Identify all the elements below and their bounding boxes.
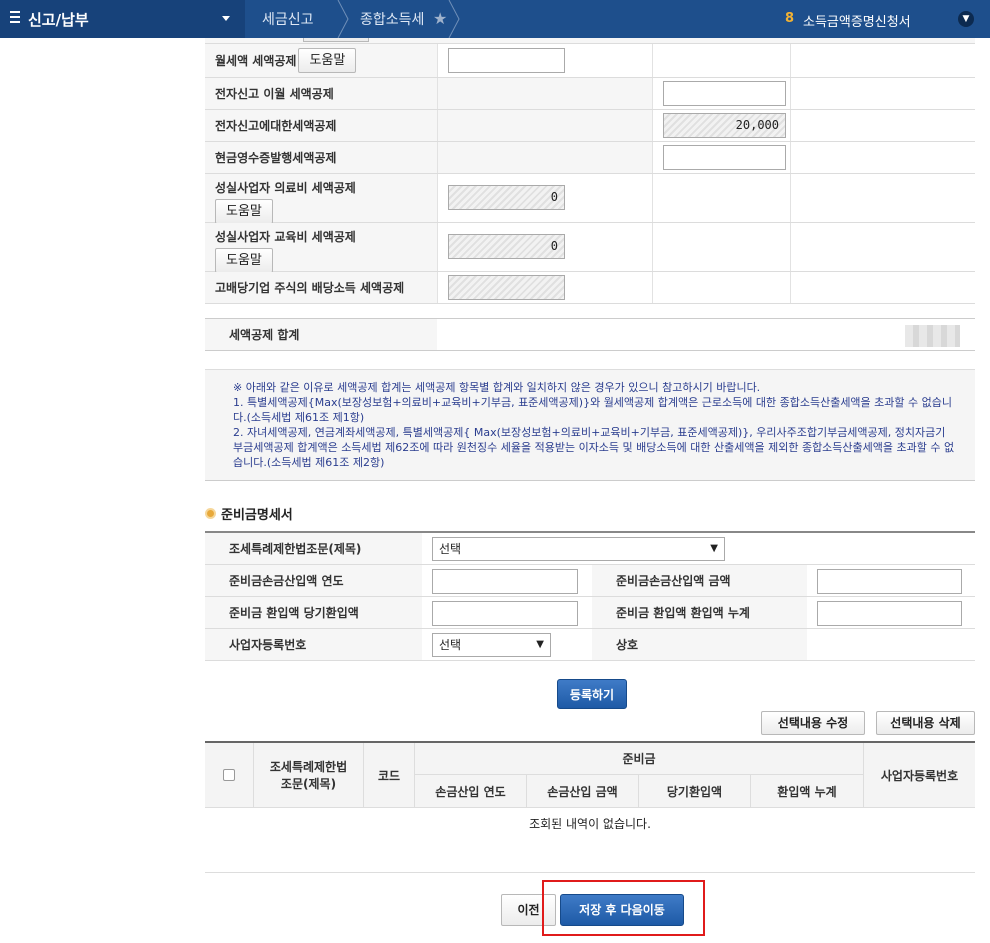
dropdown-arrow-icon: ▼ bbox=[710, 543, 718, 554]
divider bbox=[205, 872, 975, 873]
top-nav: 신고/납부 세금신고 종합소득세 ★ 8 소득금액증명신청서 ▼ bbox=[0, 0, 990, 38]
breadcrumb-income-tax[interactable]: 종합소득세 bbox=[360, 0, 424, 38]
hamburger-icon bbox=[10, 11, 20, 25]
field-label: 준비금손금산입액 금액 bbox=[592, 565, 807, 596]
field-label: 준비금 환입액 당기환입액 bbox=[205, 597, 422, 628]
form-row: 사업자등록번호 선택 ▼ 상호 bbox=[205, 629, 975, 661]
row-label: 성실사업자 의료비 세액공제 도움말 bbox=[205, 174, 437, 224]
field-label: 준비금손금산입액 연도 bbox=[205, 565, 422, 596]
reserve-list-table: 조세특례제한법 조문(제목) 코드 준비금 손금산입 연도 손금산입 금액 당기… bbox=[205, 741, 975, 808]
form-row: 준비금 환입액 당기환입액 준비금 환입액 환입액 누계 bbox=[205, 597, 975, 629]
select-all-checkbox[interactable] bbox=[223, 769, 235, 781]
register-button[interactable]: 등록하기 bbox=[557, 679, 627, 709]
medical-deduction-value: 0 bbox=[448, 185, 565, 210]
form-row: 준비금손금산입액 연도 준비금손금산입액 금액 bbox=[205, 565, 975, 597]
notice-line: ※ 아래와 같은 이유로 세액공제 합계는 세액공제 항목별 합계와 일치하지 … bbox=[233, 381, 761, 394]
table-row: 현금영수증발행세액공제 bbox=[205, 142, 975, 174]
table-row: 성실사업자 교육비 세액공제 도움말 0 bbox=[205, 223, 975, 273]
bullet-icon bbox=[205, 508, 216, 519]
col-header-year: 손금산입 연도 bbox=[414, 775, 526, 808]
e-filing-carryover-input[interactable] bbox=[663, 81, 786, 106]
row-label: 월세액 세액공제 도움말 bbox=[205, 44, 437, 77]
field-label: 사업자등록번호 bbox=[205, 629, 422, 660]
row-label: 전자신고에대한세액공제 bbox=[205, 110, 437, 141]
breadcrumb-separator-icon bbox=[337, 0, 349, 38]
col-header-cumulative: 환입액 누계 bbox=[750, 775, 863, 808]
star-icon[interactable]: ★ bbox=[433, 9, 447, 28]
col-header-current: 당기환입액 bbox=[638, 775, 750, 808]
delete-selected-button[interactable]: 선택내용 삭제 bbox=[876, 711, 975, 735]
section-title: 준비금명세서 bbox=[205, 504, 293, 523]
row-label: 성실사업자 교육비 세액공제 도움말 bbox=[205, 223, 437, 273]
e-filing-deduction-value: 20,000 bbox=[663, 113, 786, 138]
reserve-year-input[interactable] bbox=[432, 569, 578, 594]
col-header-bizno: 사업자등록번호 bbox=[863, 743, 975, 808]
row-label: 고배당기업 주식의 배당소득 세액공제 bbox=[205, 272, 437, 303]
row-label: 현금영수증발행세액공제 bbox=[205, 142, 437, 173]
dividend-deduction-value bbox=[448, 275, 565, 300]
help-button[interactable]: 도움말 bbox=[298, 48, 357, 73]
notice-box: ※ 아래와 같은 이유로 세액공제 합계는 세액공제 항목별 합계와 일치하지 … bbox=[205, 369, 975, 481]
highlight-box bbox=[542, 880, 705, 936]
menu-button[interactable]: 신고/납부 bbox=[0, 0, 245, 38]
table-row: 고배당기업 주식의 배당소득 세액공제 bbox=[205, 272, 975, 304]
deduction-table: 월세액 세액공제 도움말 전자신고 이월 세액공제 전자신고에대한세액공제 20… bbox=[205, 44, 975, 304]
refund-cumulative-input[interactable] bbox=[817, 601, 962, 626]
col-header-amount: 손금산입 금액 bbox=[526, 775, 638, 808]
col-header-law: 조세특례제한법 조문(제목) bbox=[253, 743, 363, 808]
notice-line: 2. 자녀세액공제, 연금계좌세액공제, 특별세액공제{ Max(보장성보험+의… bbox=[233, 426, 955, 469]
table-row: 전자신고 이월 세액공제 bbox=[205, 78, 975, 110]
education-deduction-value: 0 bbox=[448, 234, 565, 259]
table-row: 전자신고에대한세액공제 20,000 bbox=[205, 110, 975, 142]
cert-link[interactable]: 소득금액증명신청서 bbox=[803, 11, 911, 30]
form-row: 조세특례제한법조문(제목) 선택 ▼ bbox=[205, 533, 975, 565]
refund-current-input[interactable] bbox=[432, 601, 578, 626]
business-number-select[interactable]: 선택 ▼ bbox=[432, 633, 551, 657]
total-value-redacted bbox=[905, 325, 960, 347]
row-label: 전자신고 이월 세액공제 bbox=[205, 78, 437, 109]
field-label: 상호 bbox=[592, 629, 807, 660]
chevron-down-icon[interactable]: ▼ bbox=[958, 11, 974, 27]
dropdown-arrow-icon: ▼ bbox=[536, 639, 544, 650]
help-button[interactable]: 도움말 bbox=[215, 199, 273, 224]
table-row: 성실사업자 의료비 세액공제 도움말 0 bbox=[205, 174, 975, 224]
notice-line: 1. 특별세액공제{Max(보장성보험+의료비+교육비+기부금, 표준세액공제)… bbox=[233, 396, 953, 424]
breadcrumb-separator-icon bbox=[448, 0, 460, 38]
reserve-amount-input[interactable] bbox=[817, 569, 962, 594]
field-label: 조세특례제한법조문(제목) bbox=[205, 533, 422, 564]
edit-selected-button[interactable]: 선택내용 수정 bbox=[761, 711, 865, 735]
total-label: 세액공제 합계 bbox=[205, 319, 437, 350]
reserve-form: 조세특례제한법조문(제목) 선택 ▼ 준비금손금산입액 연도 준비금손금산입액 … bbox=[205, 531, 975, 661]
menu-label: 신고/납부 bbox=[28, 10, 89, 29]
monthly-rent-deduction-input[interactable] bbox=[448, 48, 565, 73]
cash-receipt-deduction-input[interactable] bbox=[663, 145, 786, 170]
deduction-total-row: 세액공제 합계 bbox=[205, 318, 975, 351]
caret-down-icon bbox=[222, 16, 230, 21]
col-header-code: 코드 bbox=[363, 743, 414, 808]
cert-count-badge: 8 bbox=[785, 11, 795, 26]
law-article-select[interactable]: 선택 ▼ bbox=[432, 537, 725, 561]
help-button[interactable]: 도움말 bbox=[215, 248, 273, 273]
col-header-reserve: 준비금 bbox=[414, 743, 863, 775]
field-label: 준비금 환입액 환입액 누계 bbox=[592, 597, 807, 628]
empty-message: 조회된 내역이 없습니다. bbox=[529, 817, 651, 831]
breadcrumb-tax-return[interactable]: 세금신고 bbox=[262, 0, 314, 38]
select-all-cell bbox=[205, 743, 253, 808]
table-row: 월세액 세액공제 도움말 bbox=[205, 44, 975, 78]
